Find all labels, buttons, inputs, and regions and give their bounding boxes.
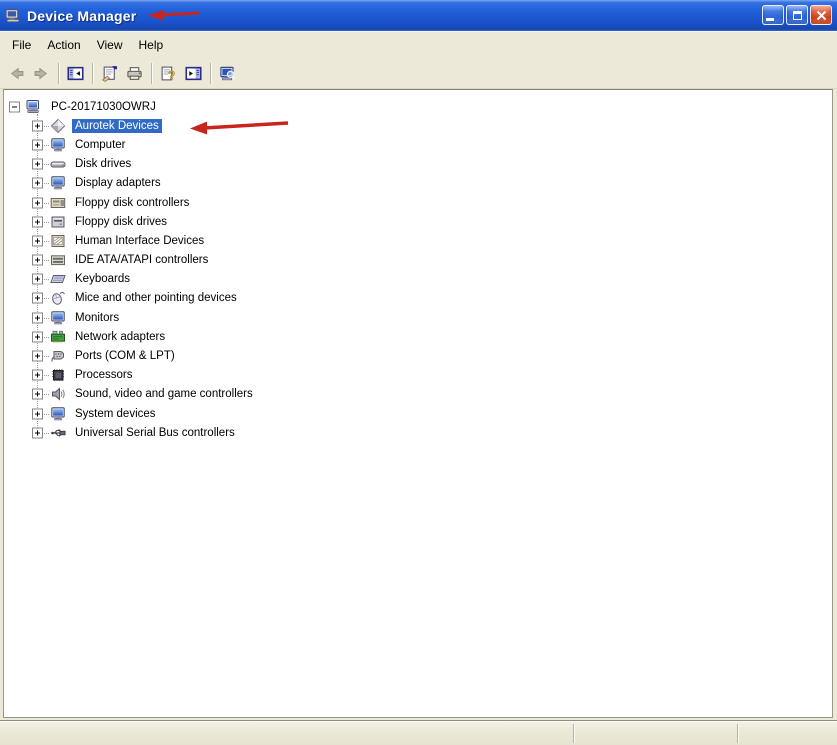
minimize-icon [766, 18, 774, 21]
expand-toggle[interactable] [32, 235, 43, 247]
expand-toggle[interactable] [32, 254, 43, 266]
statusbar-separator [573, 724, 574, 743]
maximize-icon [792, 11, 802, 20]
menu-item[interactable]: File [4, 34, 39, 56]
expand-toggle[interactable] [32, 350, 43, 362]
action-pane-icon [185, 65, 202, 82]
tree-item[interactable]: IDE ATA/ATAPI controllers [4, 251, 832, 270]
statusbar-separator [737, 724, 738, 743]
arrow-left-icon [8, 65, 25, 82]
disk-drive-icon [50, 156, 66, 172]
expand-toggle[interactable] [32, 388, 43, 400]
toolbar-button-help[interactable] [156, 61, 181, 86]
close-button[interactable] [810, 5, 832, 25]
floppy-controller-icon [50, 195, 66, 211]
menu-item[interactable]: Action [39, 34, 88, 56]
keyboard-icon [50, 271, 66, 287]
tree-item[interactable]: Computer [4, 135, 832, 154]
tree-item[interactable]: System devices [4, 404, 832, 423]
tree-root-item[interactable]: PC-20171030OWRJ [4, 97, 832, 116]
display-adapter-icon [50, 175, 66, 191]
toolbar-button-back[interactable] [4, 61, 29, 86]
tree-item[interactable]: Display adapters [4, 174, 832, 193]
port-icon [50, 348, 66, 364]
expand-toggle[interactable] [32, 273, 43, 285]
toolbar [0, 58, 837, 89]
expand-toggle[interactable] [32, 369, 43, 381]
menu-item[interactable]: Help [131, 34, 172, 56]
tree-item[interactable]: Aurotek Devices [4, 116, 832, 135]
tree-item[interactable]: Sound, video and game controllers [4, 385, 832, 404]
expand-toggle[interactable] [32, 158, 43, 170]
toolbar-separator [58, 62, 59, 84]
tree-item[interactable]: Floppy disk drives [4, 212, 832, 231]
toolbar-button-properties[interactable] [97, 61, 122, 86]
device-tree-panel[interactable]: PC-20171030OWRJ Aurotek Devices Computer [3, 89, 833, 718]
mouse-icon [50, 290, 66, 306]
tree-item[interactable]: Human Interface Devices [4, 231, 832, 250]
device-tree: PC-20171030OWRJ Aurotek Devices Computer [4, 90, 832, 442]
toolbar-button-show-hide-console-tree[interactable] [63, 61, 88, 86]
sound-icon [50, 386, 66, 402]
expand-toggle[interactable] [32, 312, 43, 324]
print-icon [126, 65, 143, 82]
properties-icon [101, 65, 118, 82]
toolbar-button-print[interactable] [122, 61, 147, 86]
toolbar-separator [92, 62, 93, 84]
computer-node-icon [50, 137, 66, 153]
console-tree-icon [67, 65, 84, 82]
tree-item[interactable]: Mice and other pointing devices [4, 289, 832, 308]
tree-root-label: PC-20171030OWRJ [51, 100, 156, 113]
expand-toggle[interactable] [32, 197, 43, 209]
menu-item[interactable]: View [89, 34, 131, 56]
maximize-button[interactable] [786, 5, 808, 25]
computer-icon [26, 99, 42, 115]
tree-children: Aurotek Devices Computer Disk drives Dis… [4, 116, 832, 442]
tree-item[interactable]: Disk drives [4, 155, 832, 174]
ide-controller-icon [50, 252, 66, 268]
processor-icon [50, 367, 66, 383]
device-manager-icon [5, 9, 20, 22]
network-adapter-icon [50, 329, 66, 345]
window-controls [762, 5, 832, 25]
titlebar: Device Manager [0, 0, 837, 31]
minimize-button[interactable] [762, 5, 784, 25]
diamond-icon [50, 118, 66, 134]
close-icon [816, 10, 827, 21]
window-title: Device Manager [27, 7, 137, 24]
help-icon [160, 65, 177, 82]
scan-icon [219, 65, 236, 82]
red-arrow-title-annotation [148, 10, 201, 21]
toolbar-button-forward[interactable] [29, 61, 54, 86]
collapse-toggle[interactable] [9, 101, 20, 113]
tree-item[interactable]: Keyboards [4, 270, 832, 289]
statusbar [0, 720, 837, 745]
toolbar-separator [151, 62, 152, 84]
tree-item[interactable]: Monitors [4, 308, 832, 327]
menubar: File Action View Help [0, 31, 837, 58]
hid-icon [50, 233, 66, 249]
toolbar-button-show-hide-action-pane[interactable] [181, 61, 206, 86]
tree-item[interactable]: Ports (COM & LPT) [4, 346, 832, 365]
expand-toggle[interactable] [32, 120, 43, 132]
toolbar-button-scan-for-hardware-changes[interactable] [215, 61, 240, 86]
system-device-icon [50, 406, 66, 422]
tree-item[interactable]: Floppy disk controllers [4, 193, 832, 212]
tree-item[interactable]: Universal Serial Bus controllers [4, 423, 832, 442]
expand-toggle[interactable] [32, 408, 43, 420]
floppy-drive-icon [50, 214, 66, 230]
usb-icon [50, 425, 66, 441]
expand-toggle[interactable] [32, 331, 43, 343]
arrow-right-icon [33, 65, 50, 82]
tree-item[interactable]: Processors [4, 366, 832, 385]
toolbar-separator [210, 62, 211, 84]
expand-toggle[interactable] [32, 427, 43, 439]
monitor-icon [50, 310, 66, 326]
tree-item[interactable]: Network adapters [4, 327, 832, 346]
expand-toggle[interactable] [32, 216, 43, 228]
red-arrow-tree-annotation [190, 121, 289, 135]
expand-toggle[interactable] [32, 292, 43, 304]
expand-toggle[interactable] [32, 139, 43, 151]
expand-toggle[interactable] [32, 177, 43, 189]
